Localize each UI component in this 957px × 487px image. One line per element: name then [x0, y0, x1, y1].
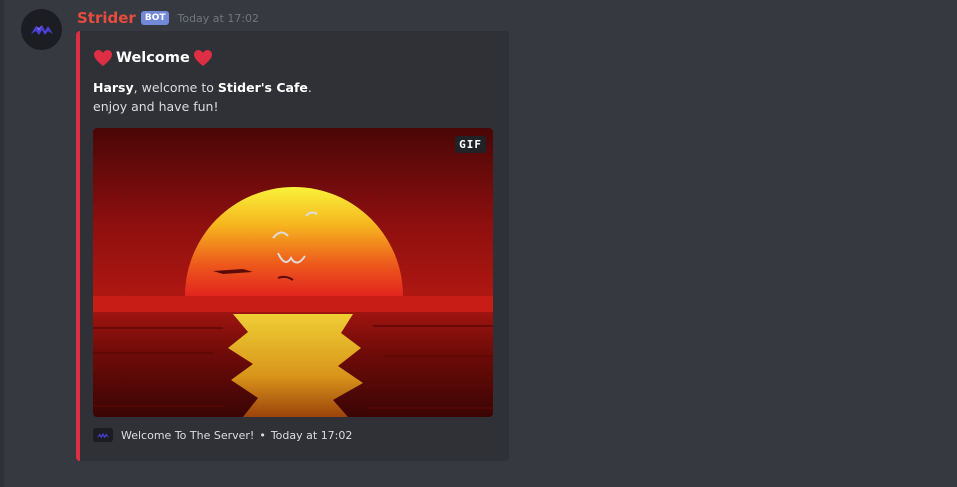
embed-gif-image[interactable]: GIF — [93, 128, 493, 417]
description-period: . — [307, 80, 312, 95]
message-header: Strider BOT Today at 17:02 — [77, 8, 259, 28]
red-heart-icon — [94, 50, 112, 66]
footer-logo-icon — [93, 428, 113, 442]
description-line-2: enjoy and have fun! — [93, 99, 219, 114]
server-name: Stider's Cafe — [217, 80, 308, 95]
bot-badge: BOT — [140, 11, 170, 25]
footer-separator: • — [259, 428, 266, 442]
embed-footer: Welcome To The Server! • Today at 17:02 — [93, 428, 352, 442]
gif-badge: GIF — [455, 136, 486, 153]
left-edge-strip — [0, 0, 4, 487]
embed-title-text: Welcome — [116, 50, 190, 66]
username[interactable]: Strider — [77, 9, 136, 27]
avatar[interactable] — [21, 9, 62, 50]
footer-timestamp: Today at 17:02 — [270, 428, 353, 442]
welcome-embed: Welcome Harsy, welcome to Stider's Cafe.… — [76, 31, 509, 461]
bot-logo-icon — [30, 24, 53, 35]
mentioned-user: Harsy — [93, 80, 134, 95]
description-line-1: Harsy, welcome to Stider's Cafe. — [93, 78, 312, 97]
sunset-gif-image — [93, 128, 493, 417]
message-timestamp: Today at 17:02 — [177, 11, 260, 25]
red-heart-icon — [193, 50, 212, 66]
description-text: , welcome to — [133, 80, 218, 95]
embed-title: Welcome — [93, 49, 213, 67]
footer-text: Welcome To The Server! — [121, 428, 255, 442]
embed-description: Harsy, welcome to Stider's Cafe. enjoy a… — [93, 78, 312, 116]
